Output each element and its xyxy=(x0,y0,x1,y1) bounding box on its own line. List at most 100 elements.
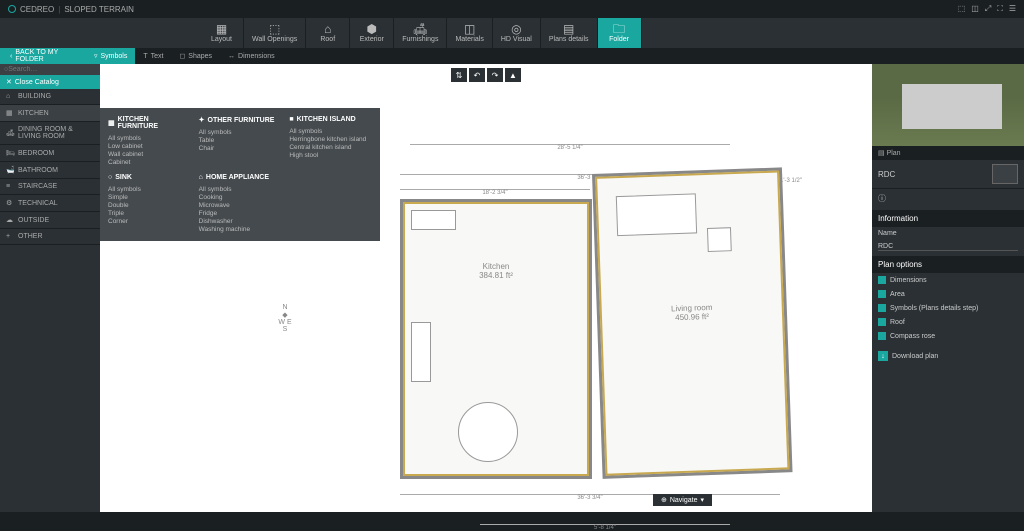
cat-bathroom[interactable]: 🛁BATHROOM xyxy=(0,162,100,179)
text-icon: T xyxy=(143,53,147,60)
plan-thumb[interactable] xyxy=(992,164,1018,184)
catalog-sidebar: ○ ✕ Close Catalog ⌂BUILDING ▦KITCHEN 🛋DI… xyxy=(0,64,100,512)
fly-item[interactable]: Herringbone kitchen island xyxy=(289,135,372,143)
cat-technical[interactable]: ⚙TECHNICAL xyxy=(0,195,100,212)
fly-item[interactable]: Washing machine xyxy=(199,225,282,233)
appliance-1[interactable] xyxy=(411,322,431,382)
fly-other-furniture: ✦OTHER FURNITURE All symbols Table Chair xyxy=(199,116,282,166)
fly-item[interactable]: Cabinet xyxy=(108,158,191,166)
back-button[interactable]: ‹ BACK TO MY FOLDER xyxy=(0,48,86,64)
stairs-icon: ≡ xyxy=(6,183,14,190)
fly-item[interactable]: Cooking xyxy=(199,193,282,201)
name-value: RDC xyxy=(878,243,1018,251)
dim-bot-2: 5'-8 1/4" xyxy=(480,524,730,531)
topright-icon-1[interactable]: ◫ xyxy=(971,4,979,14)
topright-icon-2[interactable]: ⤢ xyxy=(985,4,991,14)
tool-roof[interactable]: ⌂Roof xyxy=(306,18,350,48)
navigate-button[interactable]: ⊕ Navigate ▾ xyxy=(653,494,712,506)
fly-item[interactable]: Low cabinet xyxy=(108,142,191,150)
tool-furnishings[interactable]: 🛋Furnishings xyxy=(394,18,447,48)
bath-icon: 🛁 xyxy=(6,166,14,174)
fly-item[interactable]: Simple xyxy=(108,193,191,201)
opt-roof[interactable]: Roof xyxy=(872,315,1024,329)
tool-layout[interactable]: ▦Layout xyxy=(200,18,244,48)
plans-icon: ▤ xyxy=(563,23,574,35)
tool-plans-details[interactable]: ▤Plans details xyxy=(541,18,598,48)
preview-3d[interactable] xyxy=(872,64,1024,146)
info-tab[interactable]: ⓘ xyxy=(872,188,1024,208)
subtool-shapes[interactable]: ◻Shapes xyxy=(171,52,220,60)
room-kitchen[interactable]: Kitchen 384.81 ft² xyxy=(400,199,592,479)
dining-table[interactable] xyxy=(458,402,518,462)
search-field[interactable]: ○ xyxy=(0,64,100,75)
redo-icon[interactable]: ↷ xyxy=(487,68,503,82)
fly-item[interactable]: All symbols xyxy=(289,127,372,135)
fly-kitchen-island: ■KITCHEN ISLAND All symbols Herringbone … xyxy=(289,116,372,166)
tool-wall-openings[interactable]: ⬚Wall Openings xyxy=(244,18,306,48)
subtool-dimensions[interactable]: ↔Dimensions xyxy=(220,53,283,60)
undo-icon[interactable]: ↶ xyxy=(469,68,485,82)
materials-icon: ◫ xyxy=(464,23,475,35)
dim-seg-1: 18'-2 3/4" xyxy=(400,189,590,196)
fly-item[interactable]: All symbols xyxy=(199,128,282,136)
topright-icon-0[interactable]: ⬚ xyxy=(958,4,966,14)
fly-item[interactable]: Double xyxy=(108,201,191,209)
armchair[interactable] xyxy=(707,227,732,252)
topright-icon-3[interactable]: ⛶ xyxy=(997,4,1003,14)
fly-item[interactable]: Dishwasher xyxy=(199,217,282,225)
fly-item[interactable]: Fridge xyxy=(199,209,282,217)
subtool-text[interactable]: TText xyxy=(135,53,171,60)
check-icon xyxy=(878,318,886,326)
cat-outside[interactable]: ☁OUTSIDE xyxy=(0,212,100,229)
fly-item[interactable]: Central kitchen island xyxy=(289,143,372,151)
sub-toolbar: ‹ BACK TO MY FOLDER ▿Symbols TText ◻Shap… xyxy=(0,48,1024,64)
check-icon xyxy=(878,290,886,298)
subtool-symbols[interactable]: ▿Symbols xyxy=(86,48,135,64)
opt-compass[interactable]: Compass rose xyxy=(872,329,1024,343)
opt-symbols[interactable]: Symbols (Plans details step) xyxy=(872,301,1024,315)
bed-icon: 🛏 xyxy=(6,149,14,157)
search-input[interactable] xyxy=(8,66,78,73)
opt-area[interactable]: Area xyxy=(872,287,1024,301)
window-controls: ⬚ ◫ ⤢ ⛶ ☰ xyxy=(958,4,1016,14)
tool-materials[interactable]: ◫Materials xyxy=(447,18,492,48)
dim-top-1: 28'-5 1/4" xyxy=(410,144,730,151)
cabinet-1[interactable] xyxy=(411,210,456,230)
cat-building[interactable]: ⌂BUILDING xyxy=(0,89,100,105)
fly-item[interactable]: Chair xyxy=(199,144,282,152)
dim-icon: ↔ xyxy=(228,53,235,60)
fly-item[interactable]: Microwave xyxy=(199,201,282,209)
fly-item[interactable]: Corner xyxy=(108,217,191,225)
fly-item[interactable]: All symbols xyxy=(199,185,282,193)
kitchen-icon: ▦ xyxy=(6,109,14,117)
sink-icon: ○ xyxy=(108,174,112,181)
fly-item[interactable]: Triple xyxy=(108,209,191,217)
cat-staircase[interactable]: ≡STAIRCASE xyxy=(0,179,100,195)
check-icon xyxy=(878,304,886,312)
fly-item[interactable]: Table xyxy=(199,136,282,144)
fly-item[interactable]: All symbols xyxy=(108,134,191,142)
topright-icon-4[interactable]: ☰ xyxy=(1009,4,1016,14)
fly-item[interactable]: Wall cabinet xyxy=(108,150,191,158)
cat-other[interactable]: +OTHER xyxy=(0,229,100,245)
warning-icon[interactable]: ▲ xyxy=(505,68,521,82)
shapes-icon: ◻ xyxy=(179,52,185,60)
close-catalog-button[interactable]: ✕ Close Catalog xyxy=(0,75,100,89)
fly-item[interactable]: High stool xyxy=(289,151,372,159)
tool-exterior[interactable]: ⬢Exterior xyxy=(350,18,394,48)
fly-item[interactable]: All symbols xyxy=(108,185,191,193)
name-field: Name xyxy=(872,227,1024,240)
view-grid-icon[interactable]: ⇅ xyxy=(451,68,467,82)
cat-dining-living[interactable]: 🛋DINING ROOM & LIVING ROOM xyxy=(0,122,100,145)
download-button[interactable]: ↓Download plan xyxy=(872,347,1024,365)
opt-dimensions[interactable]: Dimensions xyxy=(872,273,1024,287)
tool-hd-visual[interactable]: ◎HD Visual xyxy=(493,18,541,48)
sofa[interactable] xyxy=(616,193,697,236)
tool-folder[interactable]: 🗀Folder xyxy=(598,18,642,48)
fly-kitchen-furniture: ▦KITCHEN FURNITURE All symbols Low cabin… xyxy=(108,116,191,166)
cat-kitchen[interactable]: ▦KITCHEN xyxy=(0,105,100,122)
cat-bedroom[interactable]: 🛏BEDROOM xyxy=(0,145,100,162)
kitchen-furniture-icon: ▦ xyxy=(108,119,115,127)
plan-header: ▤ Plan xyxy=(872,146,1024,160)
room-living[interactable]: Living room 450.96 ft² xyxy=(592,167,793,478)
